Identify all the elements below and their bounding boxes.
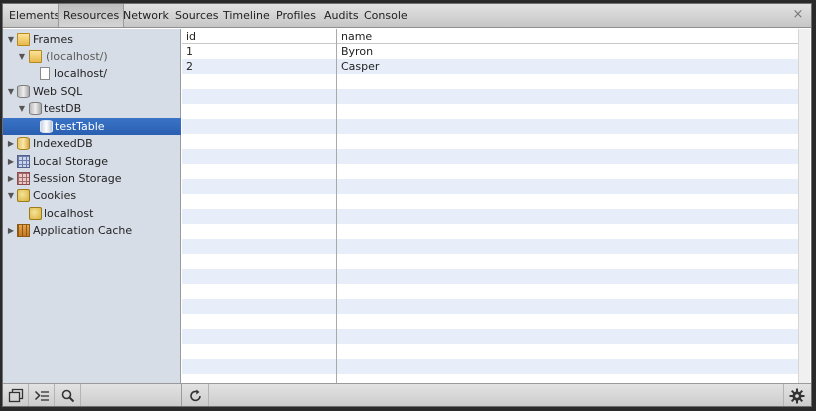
table-cell-id[interactable]: 2 [182,59,336,74]
table-cell-id[interactable]: 1 [182,44,336,59]
sidebar-item-label: Application Cache [33,224,133,237]
disclosure-collapsed-icon[interactable]: ▶ [6,135,16,152]
sidebar-item-cookies[interactable]: ▼ Cookies [3,187,181,204]
panel-toolbar: Elements Resources Network Sources Timel… [3,4,811,28]
table-cell-name[interactable]: Casper [337,59,797,74]
resources-sidebar: ▼ Frames ▼ (localhost/) localhost/ ▼ Web… [3,29,181,383]
sidebar-item-label: localhost [44,207,94,220]
disclosure-expanded-icon[interactable]: ▼ [6,83,16,100]
folder-icon [29,50,42,63]
indexeddb-icon [17,137,30,150]
dock-button[interactable] [3,384,29,406]
sidebar-item-label: localhost/ [54,67,108,80]
sidebar-item-label: Web SQL [33,85,83,98]
data-grid: id name 1 Byron 2 Casper [182,29,810,383]
sidebar-item-cookies-localhost[interactable]: localhost [3,205,181,222]
sidebar-item-label: testDB [44,102,82,115]
sidebar-item-local-storage[interactable]: ▶ Local Storage [3,153,181,170]
application-cache-icon [17,224,30,237]
grid-scrollbar[interactable] [798,29,810,383]
column-divider[interactable] [336,29,337,383]
database-icon [17,85,30,98]
session-storage-icon [17,172,30,185]
column-header-name[interactable]: name [337,29,797,44]
sidebar-item-label: Frames [33,33,74,46]
devtools-window: Elements Resources Network Sources Timel… [2,3,812,407]
database-icon [29,102,42,115]
console-drawer-icon [34,390,49,401]
disclosure-expanded-icon[interactable]: ▼ [6,31,16,48]
sidebar-item-frame-localhost[interactable]: ▼ (localhost/) [3,48,181,65]
tab-timeline[interactable]: Timeline [219,4,274,27]
tab-audits[interactable]: Audits [320,4,363,27]
status-bar-divider [181,384,182,406]
grid-header: id name [182,29,810,44]
disclosure-collapsed-icon[interactable]: ▶ [6,153,16,170]
sidebar-item-testdb[interactable]: ▼ testDB [3,100,181,117]
folder-icon [17,33,30,46]
close-icon[interactable]: × [791,8,805,22]
sidebar-item-label: IndexedDB [33,137,93,150]
sidebar-item-label: (localhost/) [46,50,108,63]
status-bar [3,383,811,406]
cookie-icon [17,189,30,202]
disclosure-expanded-icon[interactable]: ▼ [17,48,27,65]
table-cell-name[interactable]: Byron [337,44,797,59]
sidebar-item-application-cache[interactable]: ▶ Application Cache [3,222,181,239]
tab-network[interactable]: Network [119,4,173,27]
tab-console[interactable]: Console [360,4,412,27]
table-icon [40,120,53,133]
sidebar-item-indexeddb[interactable]: ▶ IndexedDB [3,135,181,152]
sidebar-item-label: Session Storage [33,172,122,185]
sidebar-item-document-localhost[interactable]: localhost/ [3,65,181,82]
tab-sources[interactable]: Sources [171,4,223,27]
page-icon [40,67,50,80]
console-drawer-button[interactable] [29,384,55,406]
sidebar-item-web-sql[interactable]: ▼ Web SQL [3,83,181,100]
sidebar-item-session-storage[interactable]: ▶ Session Storage [3,170,181,187]
gear-icon [789,388,805,404]
refresh-button[interactable] [183,384,209,406]
sidebar-item-testtable[interactable]: testTable [3,118,181,135]
tab-profiles[interactable]: Profiles [272,4,320,27]
disclosure-collapsed-icon[interactable]: ▶ [6,222,16,239]
column-header-id[interactable]: id [182,29,336,44]
refresh-icon [190,389,201,402]
tab-resources[interactable]: Resources [58,4,125,27]
sidebar-item-frames[interactable]: ▼ Frames [3,31,181,48]
cookie-icon [29,207,42,220]
search-button[interactable] [55,384,81,406]
sidebar-item-label: Local Storage [33,155,109,168]
dock-icon [8,388,24,403]
disclosure-collapsed-icon[interactable]: ▶ [6,170,16,187]
sidebar-item-label: testTable [55,120,105,133]
disclosure-expanded-icon[interactable]: ▼ [17,100,27,117]
disclosure-expanded-icon[interactable]: ▼ [6,187,16,204]
sidebar-item-label: Cookies [33,189,77,202]
search-icon [61,389,75,403]
tab-elements[interactable]: Elements [5,4,64,27]
local-storage-icon [17,155,30,168]
settings-button[interactable] [783,384,809,406]
